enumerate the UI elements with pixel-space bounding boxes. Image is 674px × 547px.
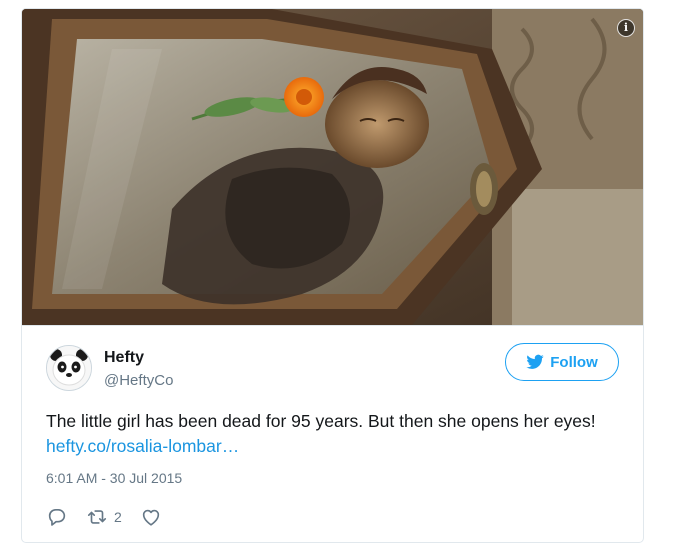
heart-icon bbox=[142, 509, 159, 526]
tweet-photo[interactable]: i bbox=[22, 9, 643, 325]
tweet-body: The little girl has been dead for 95 yea… bbox=[46, 411, 596, 431]
reply-button[interactable] bbox=[46, 506, 68, 528]
tweet-link[interactable]: hefty.co/rosalia-lombar… bbox=[46, 436, 239, 456]
tweet-header: Hefty @HeftyCo Follow bbox=[46, 343, 619, 395]
info-icon[interactable]: i bbox=[617, 19, 635, 37]
retweet-count: 2 bbox=[114, 509, 122, 525]
follow-button[interactable]: Follow bbox=[505, 343, 619, 381]
tweet-text: The little girl has been dead for 95 yea… bbox=[46, 409, 606, 459]
divider bbox=[22, 325, 643, 326]
retweet-button[interactable]: 2 bbox=[86, 506, 122, 528]
coffin-photo bbox=[22, 9, 643, 325]
tweet-timestamp[interactable]: 6:01 AM - 30 Jul 2015 bbox=[46, 470, 182, 486]
tweet-card: i Hefty @HeftyCo Follow The little girl … bbox=[21, 8, 644, 543]
reply-icon bbox=[48, 509, 66, 526]
retweet-icon bbox=[87, 510, 107, 524]
panda-avatar-icon bbox=[47, 346, 91, 390]
author-handle[interactable]: @HeftyCo bbox=[104, 372, 173, 389]
tweet-actions: 2 bbox=[46, 503, 162, 531]
twitter-bird-icon bbox=[526, 354, 544, 369]
author-name[interactable]: Hefty bbox=[104, 349, 144, 367]
like-button[interactable] bbox=[140, 506, 162, 528]
follow-label: Follow bbox=[550, 353, 598, 371]
avatar[interactable] bbox=[46, 345, 92, 391]
